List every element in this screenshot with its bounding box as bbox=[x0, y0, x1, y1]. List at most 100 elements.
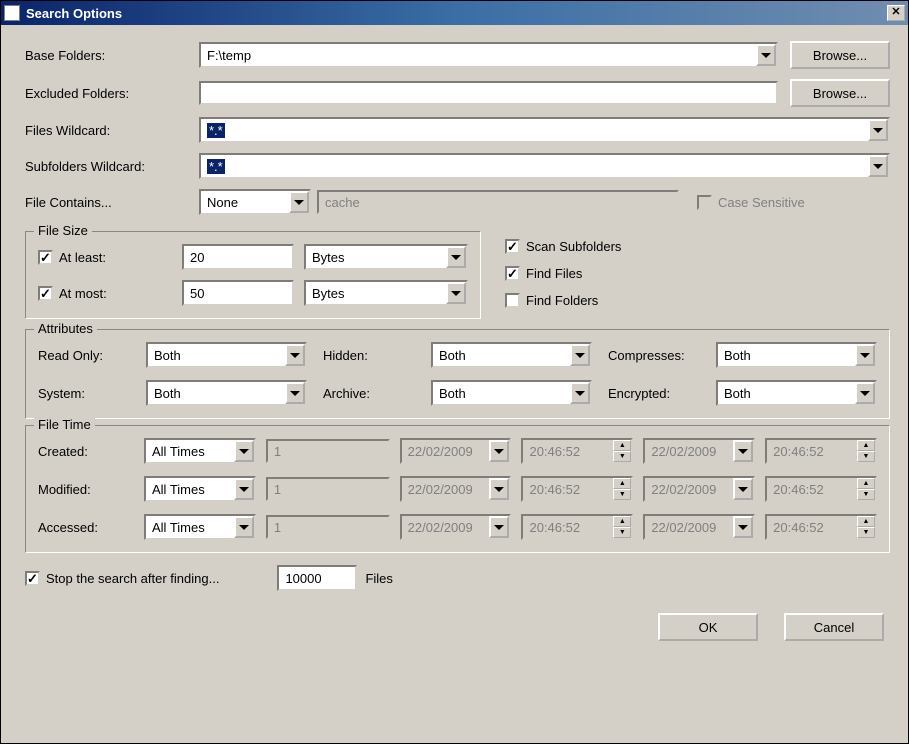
dropdown-icon[interactable] bbox=[868, 119, 888, 141]
accessed-time1-input: 20:46:52▲▼ bbox=[521, 514, 633, 540]
files-wildcard-label: Files Wildcard: bbox=[25, 123, 199, 138]
titlebar: Search Options ✕ bbox=[1, 1, 908, 25]
dropdown-icon[interactable] bbox=[285, 382, 305, 404]
files-label: Files bbox=[365, 571, 392, 586]
created-mode-combo[interactable]: All Times bbox=[144, 438, 256, 464]
accessed-label: Accessed: bbox=[38, 520, 134, 535]
stop-count-input[interactable] bbox=[277, 565, 357, 591]
files-wildcard-combo[interactable]: *.* bbox=[199, 117, 890, 143]
dropdown-icon[interactable] bbox=[289, 191, 309, 213]
file-contains-combo[interactable]: None bbox=[199, 189, 311, 215]
dropdown-icon[interactable] bbox=[234, 516, 254, 538]
at-most-unit-combo[interactable]: Bytes bbox=[304, 280, 468, 306]
read-only-combo[interactable]: Both bbox=[146, 342, 307, 368]
spinner-icon: ▲▼ bbox=[857, 440, 875, 462]
dropdown-icon[interactable] bbox=[570, 344, 590, 366]
browse-base-button[interactable]: Browse... bbox=[790, 41, 890, 69]
accessed-num-input bbox=[266, 515, 390, 539]
subfolders-wildcard-label: Subfolders Wildcard: bbox=[25, 159, 199, 174]
attributes-group: Read Only: Both Hidden: Both Compresses:… bbox=[25, 329, 890, 419]
excluded-folders-input[interactable] bbox=[199, 81, 778, 105]
at-least-unit-combo[interactable]: Bytes bbox=[304, 244, 468, 270]
dropdown-icon[interactable] bbox=[285, 344, 305, 366]
dropdown-icon bbox=[733, 440, 753, 462]
window-title: Search Options bbox=[26, 6, 122, 21]
spinner-icon: ▲▼ bbox=[613, 478, 631, 500]
dropdown-icon bbox=[489, 516, 509, 538]
modified-time2-input: 20:46:52▲▼ bbox=[765, 476, 877, 502]
find-files-checkbox[interactable]: ✓ Find Files bbox=[505, 266, 621, 281]
compresses-label: Compresses: bbox=[608, 348, 700, 363]
modified-label: Modified: bbox=[38, 482, 134, 497]
compresses-combo[interactable]: Both bbox=[716, 342, 877, 368]
checkbox-icon: ✓ bbox=[505, 239, 520, 254]
browse-excluded-button[interactable]: Browse... bbox=[790, 79, 890, 107]
modified-date1-input: 22/02/2009 bbox=[400, 476, 512, 502]
dropdown-icon bbox=[733, 478, 753, 500]
read-only-label: Read Only: bbox=[38, 348, 130, 363]
dropdown-icon[interactable] bbox=[446, 246, 466, 268]
dropdown-icon[interactable] bbox=[570, 382, 590, 404]
encrypted-label: Encrypted: bbox=[608, 386, 700, 401]
dropdown-icon bbox=[733, 516, 753, 538]
hidden-label: Hidden: bbox=[323, 348, 415, 363]
created-num-input bbox=[266, 439, 390, 463]
created-time1-input: 20:46:52▲▼ bbox=[521, 438, 633, 464]
spinner-icon: ▲▼ bbox=[857, 516, 875, 538]
accessed-date1-input: 22/02/2009 bbox=[400, 514, 512, 540]
accessed-mode-combo[interactable]: All Times bbox=[144, 514, 256, 540]
excluded-folders-label: Excluded Folders: bbox=[25, 86, 199, 101]
dropdown-icon[interactable] bbox=[855, 382, 875, 404]
at-least-checkbox[interactable]: ✓ At least: bbox=[38, 250, 172, 265]
accessed-time2-input: 20:46:52▲▼ bbox=[765, 514, 877, 540]
dropdown-icon[interactable] bbox=[756, 44, 776, 66]
archive-label: Archive: bbox=[323, 386, 415, 401]
modified-date2-input: 22/02/2009 bbox=[643, 476, 755, 502]
file-size-group: ✓ At least: Bytes ✓ At most: bbox=[25, 231, 481, 319]
case-sensitive-checkbox: Case Sensitive bbox=[697, 195, 805, 210]
base-folders-combo[interactable]: F:\temp bbox=[199, 42, 778, 68]
at-most-checkbox[interactable]: ✓ At most: bbox=[38, 286, 172, 301]
file-time-group: Created: All Times 22/02/2009 20:46:52▲▼… bbox=[25, 425, 890, 553]
archive-combo[interactable]: Both bbox=[431, 380, 592, 406]
encrypted-combo[interactable]: Both bbox=[716, 380, 877, 406]
dropdown-icon bbox=[489, 440, 509, 462]
spinner-icon: ▲▼ bbox=[613, 516, 631, 538]
system-label: System: bbox=[38, 386, 130, 401]
modified-time1-input: 20:46:52▲▼ bbox=[521, 476, 633, 502]
find-folders-checkbox[interactable]: Find Folders bbox=[505, 293, 621, 308]
system-combo[interactable]: Both bbox=[146, 380, 307, 406]
ok-button[interactable]: OK bbox=[658, 613, 758, 641]
at-least-input[interactable] bbox=[182, 244, 294, 270]
cancel-button[interactable]: Cancel bbox=[784, 613, 884, 641]
file-contains-label: File Contains... bbox=[25, 195, 199, 210]
hidden-combo[interactable]: Both bbox=[431, 342, 592, 368]
dropdown-icon[interactable] bbox=[234, 440, 254, 462]
accessed-date2-input: 22/02/2009 bbox=[643, 514, 755, 540]
window-icon bbox=[4, 5, 20, 21]
created-date2-input: 22/02/2009 bbox=[643, 438, 755, 464]
checkbox-icon bbox=[505, 293, 520, 308]
checkbox-icon: ✓ bbox=[505, 266, 520, 281]
base-folders-label: Base Folders: bbox=[25, 48, 199, 63]
stop-after-checkbox[interactable]: ✓ Stop the search after finding... bbox=[25, 571, 219, 586]
modified-num-input bbox=[266, 477, 390, 501]
checkbox-icon: ✓ bbox=[38, 286, 53, 301]
close-button[interactable]: ✕ bbox=[887, 5, 905, 21]
dropdown-icon bbox=[489, 478, 509, 500]
checkbox-icon: ✓ bbox=[38, 250, 53, 265]
spinner-icon: ▲▼ bbox=[613, 440, 631, 462]
scan-subfolders-checkbox[interactable]: ✓ Scan Subfolders bbox=[505, 239, 621, 254]
created-date1-input: 22/02/2009 bbox=[400, 438, 512, 464]
search-options-dialog: Search Options ✕ Base Folders: F:\temp B… bbox=[0, 0, 909, 744]
spinner-icon: ▲▼ bbox=[857, 478, 875, 500]
modified-mode-combo[interactable]: All Times bbox=[144, 476, 256, 502]
file-contains-input bbox=[317, 190, 679, 214]
dropdown-icon[interactable] bbox=[855, 344, 875, 366]
subfolders-wildcard-combo[interactable]: *.* bbox=[199, 153, 890, 179]
dropdown-icon[interactable] bbox=[446, 282, 466, 304]
at-most-input[interactable] bbox=[182, 280, 294, 306]
dropdown-icon[interactable] bbox=[234, 478, 254, 500]
checkbox-icon bbox=[697, 195, 712, 210]
dropdown-icon[interactable] bbox=[868, 155, 888, 177]
